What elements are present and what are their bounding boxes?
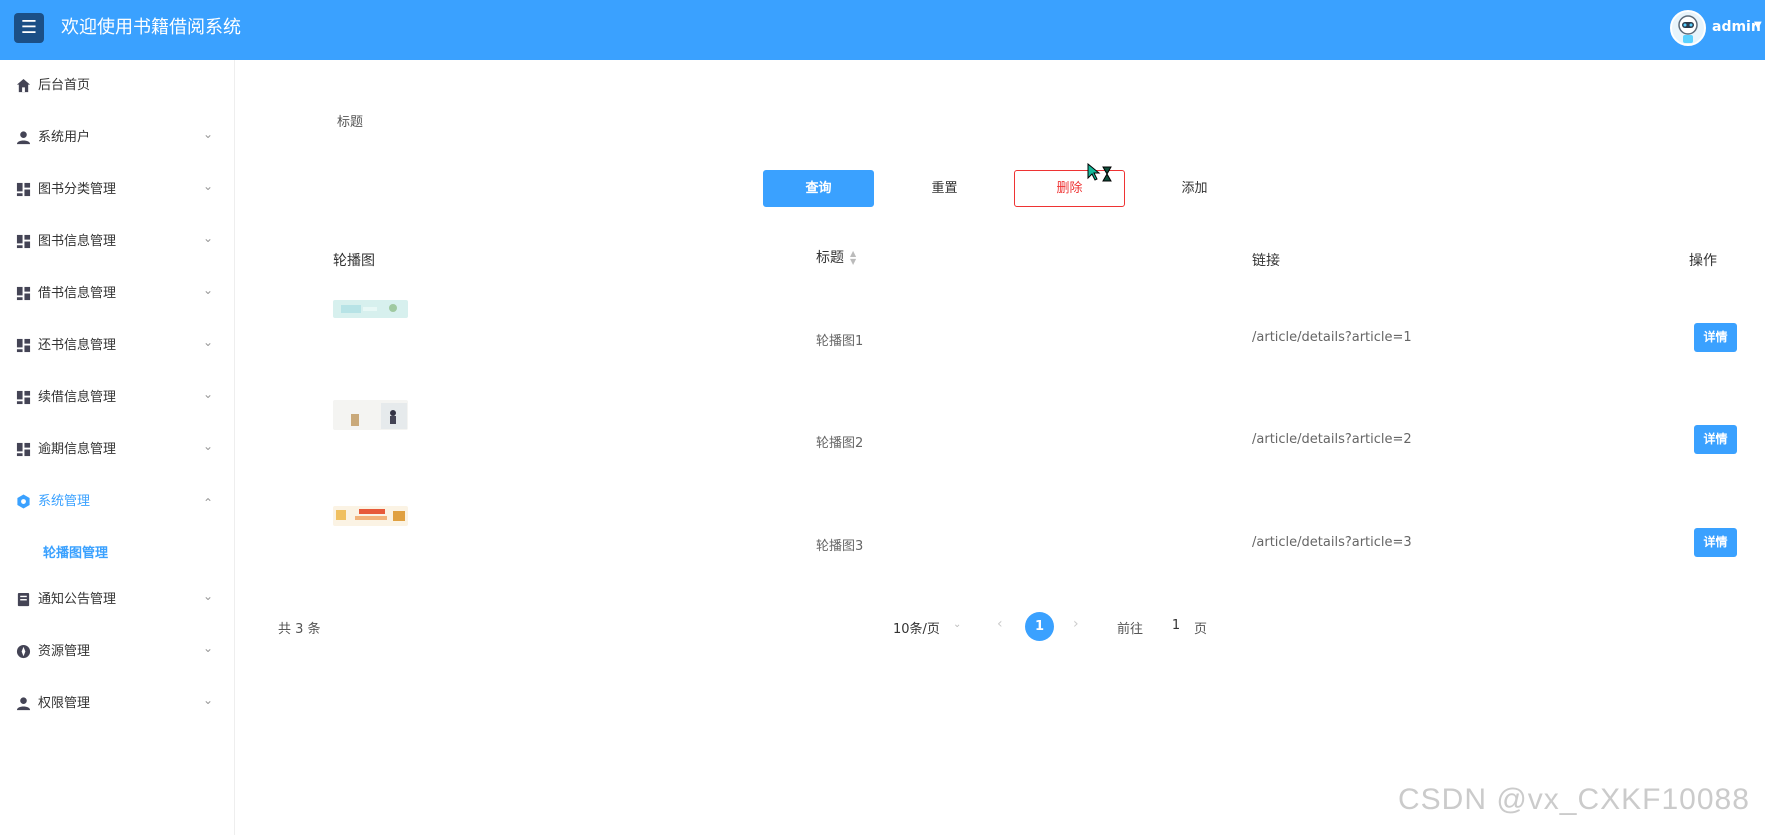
sidebar-item-return-info[interactable]: 还书信息管理 ⌄ bbox=[0, 320, 235, 372]
robot-avatar-icon[interactable] bbox=[1670, 10, 1706, 46]
goto-page-input[interactable]: 1 bbox=[1160, 612, 1192, 640]
grid-icon bbox=[16, 234, 31, 249]
chevron-down-icon: ⌄ bbox=[203, 335, 214, 349]
chevron-down-icon: ⌄ bbox=[203, 179, 214, 193]
sidebar-item-label: 权限管理 bbox=[38, 696, 91, 711]
carousel-thumbnail[interactable] bbox=[333, 506, 408, 526]
sidebar: 后台首页 系统用户 ⌄ 图书分类管理 ⌄ 图书信息管理 ⌄ 借书信息管理 ⌄ 还… bbox=[0, 60, 235, 835]
grid-icon bbox=[16, 286, 31, 301]
sidebar-item-permission-management[interactable]: 权限管理 ⌄ bbox=[0, 678, 235, 730]
sidebar-item-label: 通知公告管理 bbox=[38, 592, 117, 607]
sidebar-item-book-category[interactable]: 图书分类管理 ⌄ bbox=[0, 164, 235, 216]
chevron-down-icon: ⌄ bbox=[203, 387, 214, 401]
sidebar-item-borrow-info[interactable]: 借书信息管理 ⌄ bbox=[0, 268, 235, 320]
sidebar-item-label: 还书信息管理 bbox=[38, 338, 117, 353]
sidebar-item-notice-management[interactable]: 通知公告管理 ⌄ bbox=[0, 574, 235, 626]
sidebar-subitem-label: 轮播图管理 bbox=[43, 546, 109, 561]
user-icon bbox=[16, 131, 31, 145]
sidebar-item-system-users[interactable]: 系统用户 ⌄ bbox=[0, 112, 235, 164]
row-link: /article/details?article=3 bbox=[1252, 535, 1412, 550]
watermark: CSDN @vx_CXKF10088 bbox=[1398, 783, 1750, 816]
sidebar-item-label: 续借信息管理 bbox=[38, 390, 117, 405]
row-title: 轮播图3 bbox=[816, 539, 864, 554]
sidebar-item-label: 图书分类管理 bbox=[38, 182, 117, 197]
goto-label: 前往 bbox=[1117, 622, 1144, 637]
detail-button[interactable]: 详情 bbox=[1694, 323, 1737, 352]
total-count: 共 3 条 bbox=[278, 622, 321, 637]
chevron-down-icon: ⌄ bbox=[203, 439, 214, 453]
sidebar-item-label: 资源管理 bbox=[38, 644, 91, 659]
detail-button[interactable]: 详情 bbox=[1694, 528, 1737, 557]
add-button[interactable]: 添加 bbox=[1139, 170, 1250, 207]
sidebar-item-label: 逾期信息管理 bbox=[38, 442, 117, 457]
sidebar-item-overdue-info[interactable]: 逾期信息管理 ⌄ bbox=[0, 424, 235, 476]
top-bar: ☰ 欢迎使用书籍借阅系统 admin ▼ bbox=[0, 0, 1765, 60]
sort-icon[interactable]: ▲ ▼ bbox=[850, 250, 856, 266]
chevron-down-icon: ⌄ bbox=[203, 589, 214, 603]
next-page-icon[interactable]: › bbox=[1073, 616, 1079, 632]
sidebar-item-renew-info[interactable]: 续借信息管理 ⌄ bbox=[0, 372, 235, 424]
grid-icon bbox=[16, 338, 31, 353]
grid-icon bbox=[16, 390, 31, 405]
column-header-image: 轮播图 bbox=[333, 253, 375, 269]
chevron-down-icon: ⌄ bbox=[203, 693, 214, 707]
detail-button[interactable]: 详情 bbox=[1694, 425, 1737, 454]
home-icon bbox=[16, 78, 31, 93]
row-title: 轮播图1 bbox=[816, 334, 864, 349]
hamburger-icon[interactable]: ☰ bbox=[14, 13, 44, 43]
carousel-thumbnail[interactable] bbox=[333, 300, 408, 318]
sidebar-item-label: 系统用户 bbox=[38, 130, 91, 145]
chevron-down-icon: ⌄ bbox=[203, 127, 214, 141]
chevron-down-icon: ⌄ bbox=[203, 283, 214, 297]
sidebar-subitem-carousel[interactable]: 轮播图管理 bbox=[0, 528, 235, 572]
grid-icon bbox=[16, 442, 31, 457]
grid-icon bbox=[16, 182, 31, 197]
sidebar-item-label: 借书信息管理 bbox=[38, 286, 117, 301]
row-link: /article/details?article=1 bbox=[1252, 330, 1412, 345]
query-button[interactable]: 查询 bbox=[763, 170, 874, 207]
gear-icon bbox=[17, 494, 30, 509]
carousel-thumbnail[interactable] bbox=[333, 400, 408, 430]
goto-suffix: 页 bbox=[1194, 622, 1208, 637]
reset-button[interactable]: 重置 bbox=[889, 170, 1000, 207]
chevron-up-icon: ⌃ bbox=[203, 496, 214, 510]
row-link: /article/details?article=2 bbox=[1252, 432, 1412, 447]
sidebar-item-label: 图书信息管理 bbox=[38, 234, 117, 249]
chevron-down-icon: ⌄ bbox=[203, 641, 214, 655]
document-icon bbox=[17, 592, 30, 607]
sidebar-item-book-info[interactable]: 图书信息管理 ⌄ bbox=[0, 216, 235, 268]
chevron-down-icon[interactable]: ⌄ bbox=[953, 619, 961, 630]
sidebar-item-system-management[interactable]: 系统管理 ⌃ bbox=[0, 476, 235, 528]
busy-cursor-icon bbox=[1087, 163, 1112, 182]
column-header-link: 链接 bbox=[1252, 253, 1280, 269]
sidebar-item-home[interactable]: 后台首页 bbox=[0, 60, 235, 112]
user-icon bbox=[16, 697, 31, 711]
page-number-current[interactable]: 1 bbox=[1025, 612, 1054, 641]
chevron-down-icon[interactable]: ▼ bbox=[1754, 20, 1762, 31]
sidebar-item-label: 后台首页 bbox=[38, 78, 91, 93]
column-header-label: 标题 bbox=[816, 250, 844, 266]
row-title: 轮播图2 bbox=[816, 436, 864, 451]
chevron-down-icon: ⌄ bbox=[203, 231, 214, 245]
compass-icon bbox=[16, 644, 31, 659]
title-filter-label: 标题 bbox=[337, 115, 364, 130]
sidebar-item-label: 系统管理 bbox=[38, 494, 91, 509]
prev-page-icon[interactable]: ‹ bbox=[997, 616, 1003, 632]
page-size-select[interactable]: 10条/页 bbox=[893, 618, 940, 637]
column-header-title[interactable]: 标题 ▲ ▼ bbox=[816, 247, 856, 267]
sidebar-item-resource-management[interactable]: 资源管理 ⌄ bbox=[0, 626, 235, 678]
app-title: 欢迎使用书籍借阅系统 bbox=[61, 17, 241, 38]
column-header-action: 操作 bbox=[1689, 253, 1717, 269]
